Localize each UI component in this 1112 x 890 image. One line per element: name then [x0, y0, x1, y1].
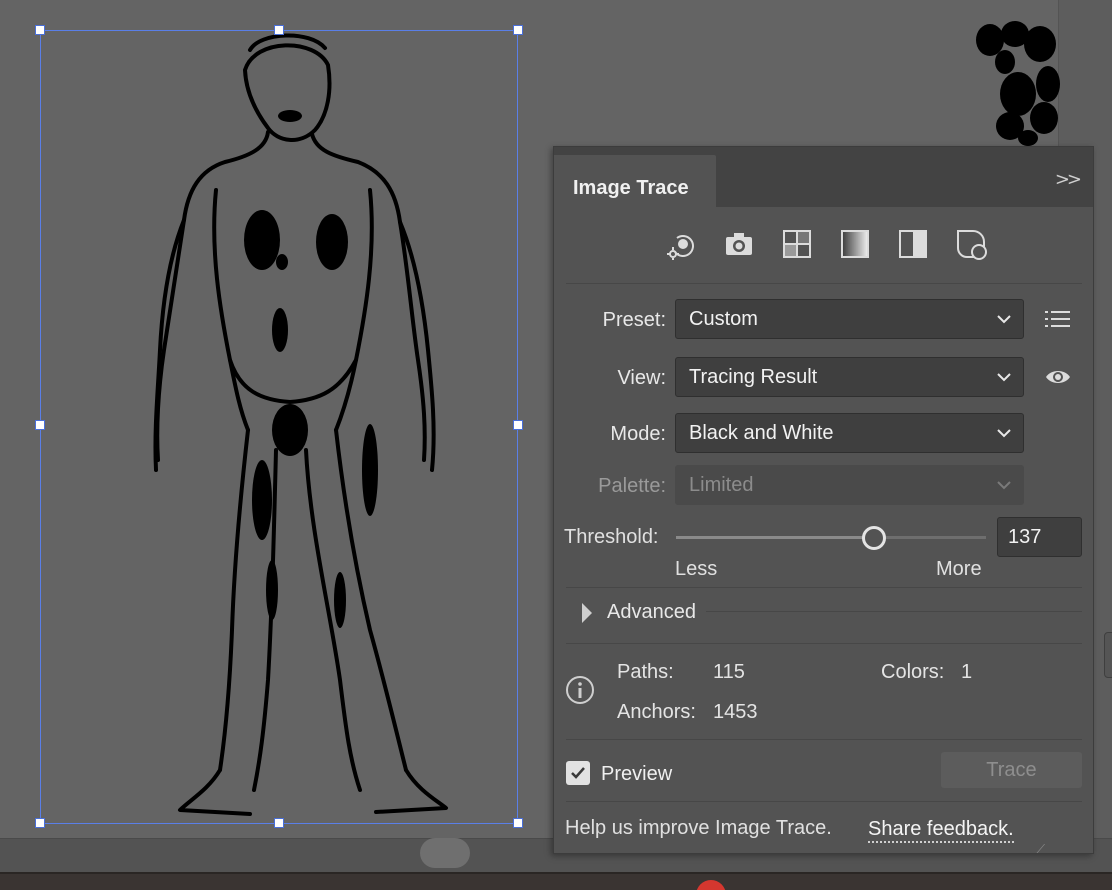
- threshold-slider-track[interactable]: [676, 536, 986, 539]
- info-icon: [566, 676, 594, 704]
- divider: [566, 739, 1082, 740]
- panel-header: Image Trace >>: [554, 147, 1093, 207]
- palette-label: Palette:: [598, 475, 666, 497]
- collapse-panel-icon[interactable]: >>: [1055, 169, 1082, 190]
- help-text: Help us improve Image Trace.: [565, 817, 832, 839]
- resize-handle-bottom-middle[interactable]: [274, 818, 284, 828]
- colors-value: 1: [961, 661, 973, 683]
- preset-value: Custom: [689, 308, 758, 330]
- grayscale-icon[interactable]: [838, 227, 872, 261]
- mode-dropdown[interactable]: Black and White: [675, 413, 1024, 453]
- anchors-label: Anchors:: [617, 701, 696, 723]
- selection-bounding-box[interactable]: [40, 30, 518, 824]
- checkmark-icon: [571, 767, 585, 779]
- horizontal-scrollbar-thumb[interactable]: [420, 838, 470, 868]
- chevron-down-icon: [997, 373, 1011, 382]
- eye-icon[interactable]: [1044, 367, 1072, 387]
- colors-label: Colors:: [881, 661, 945, 683]
- tab-image-trace[interactable]: Image Trace: [554, 155, 716, 207]
- view-label: View:: [617, 367, 666, 389]
- chevron-down-icon: [997, 315, 1011, 324]
- high-color-icon[interactable]: [722, 227, 756, 261]
- view-dropdown[interactable]: Tracing Result: [675, 357, 1024, 397]
- resize-handle-middle-right[interactable]: [513, 420, 523, 430]
- right-dock-edge-lower: [1094, 150, 1112, 870]
- collapsed-panel-tab[interactable]: [1104, 632, 1112, 678]
- resize-handle-top-middle[interactable]: [274, 25, 284, 35]
- threshold-input[interactable]: [997, 517, 1082, 557]
- anchors-value: 1453: [713, 701, 758, 723]
- disclosure-triangle-icon: [582, 603, 592, 623]
- mode-label: Mode:: [610, 423, 666, 445]
- resize-handle-top-right[interactable]: [513, 25, 523, 35]
- paths-label: Paths:: [617, 661, 674, 683]
- preset-label: Preset:: [602, 309, 666, 331]
- trace-button[interactable]: Trace: [941, 752, 1082, 788]
- chevron-down-icon: [997, 481, 1011, 490]
- share-feedback-link[interactable]: Share feedback.: [868, 817, 1014, 843]
- right-dock-edge: [1058, 0, 1112, 150]
- preset-dropdown[interactable]: Custom: [675, 299, 1024, 339]
- threshold-slider-fill: [676, 536, 875, 539]
- divider: [566, 283, 1082, 284]
- threshold-label: Threshold:: [564, 526, 659, 548]
- palette-dropdown: Limited: [675, 465, 1024, 505]
- advanced-label: Advanced: [607, 601, 696, 623]
- divider: [566, 643, 1082, 644]
- divider: [566, 587, 1082, 588]
- image-trace-panel: Image Trace >> Preset: Custom View: Trac…: [553, 146, 1094, 857]
- divider: [566, 801, 1082, 802]
- view-value: Tracing Result: [689, 366, 818, 388]
- resize-handle-top-left[interactable]: [35, 25, 45, 35]
- black-and-white-icon[interactable]: [896, 227, 930, 261]
- resize-grip-icon[interactable]: ⟋: [1037, 842, 1045, 857]
- mode-value: Black and White: [689, 422, 834, 444]
- preview-label: Preview: [601, 763, 673, 785]
- os-dock-bar: [0, 872, 1112, 890]
- paths-value: 115: [713, 661, 745, 683]
- advanced-divider: [706, 611, 1082, 612]
- resize-handle-bottom-right[interactable]: [513, 818, 523, 828]
- preview-checkbox[interactable]: [566, 761, 590, 785]
- panel-title: Image Trace: [573, 177, 689, 199]
- resize-handle-bottom-left[interactable]: [35, 818, 45, 828]
- resize-handle-middle-left[interactable]: [35, 420, 45, 430]
- auto-color-icon[interactable]: [664, 227, 698, 261]
- low-color-icon[interactable]: [780, 227, 814, 261]
- palette-value: Limited: [689, 474, 754, 496]
- preset-icon-row: [554, 227, 1093, 269]
- threshold-less-label: Less: [675, 558, 718, 580]
- threshold-more-label: More: [936, 558, 982, 580]
- threshold-slider-knob[interactable]: [862, 526, 887, 550]
- traced-artwork-fragment[interactable]: [970, 14, 1060, 148]
- outline-icon[interactable]: [954, 227, 988, 261]
- chevron-down-icon: [997, 429, 1011, 438]
- preset-list-icon[interactable]: [1044, 307, 1072, 331]
